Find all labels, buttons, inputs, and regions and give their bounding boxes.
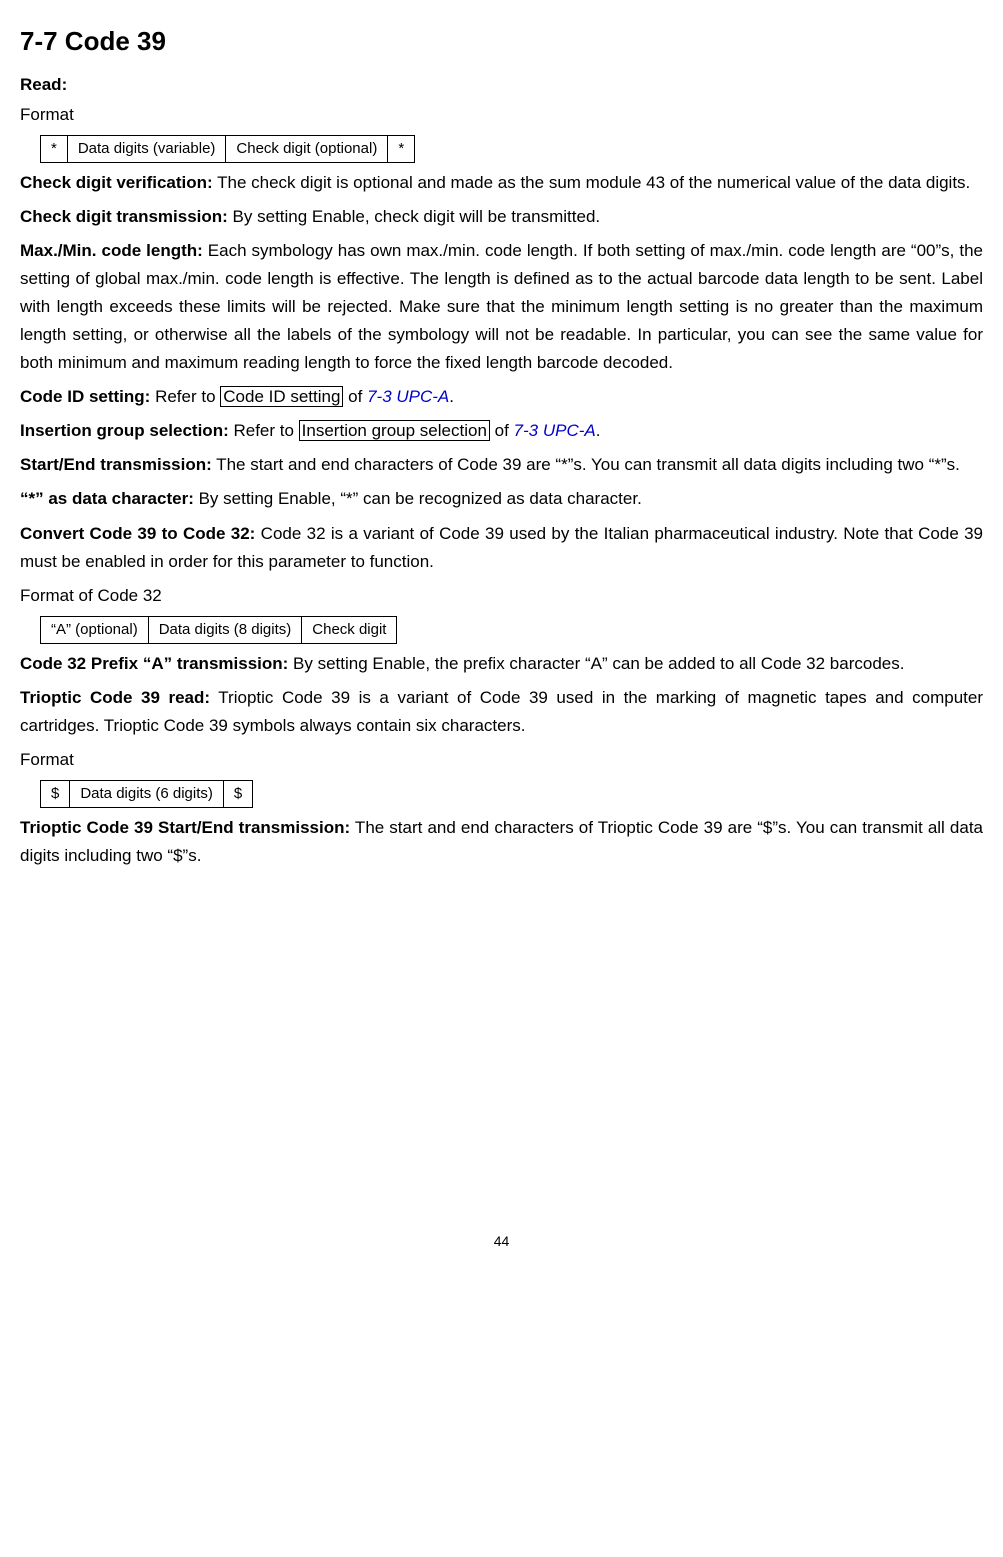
fmt1-cell: Check digit (optional) — [226, 135, 388, 162]
page-number: 44 — [20, 1230, 983, 1253]
fmt1-cell: * — [388, 135, 415, 162]
body-text: Refer to — [229, 421, 299, 440]
heading-title: 7-7 Code 39 — [20, 20, 983, 63]
format-table-1: * Data digits (variable) Check digit (op… — [40, 135, 415, 163]
format-table-2: “A” (optional) Data digits (8 digits) Ch… — [40, 616, 397, 644]
inline-label: Code ID setting: — [20, 387, 150, 406]
max-min-code-length: Max./Min. code length: Each symbology ha… — [20, 237, 983, 377]
asterisk-as-data-character: “*” as data character: By setting Enable… — [20, 485, 983, 513]
fmt3-cell: $ — [223, 780, 252, 807]
inline-label: Convert Code 39 to Code 32: — [20, 524, 255, 543]
body-text: . — [596, 421, 601, 440]
inline-label: “*” as data character: — [20, 489, 194, 508]
inline-label: Trioptic Code 39 read: — [20, 688, 210, 707]
format-table-3: $ Data digits (6 digits) $ — [40, 780, 253, 808]
inline-label: Code 32 Prefix “A” transmission: — [20, 654, 288, 673]
start-end-transmission: Start/End transmission: The start and en… — [20, 451, 983, 479]
body-text: By setting Enable, check digit will be t… — [228, 207, 600, 226]
fmt2-cell: Data digits (8 digits) — [148, 616, 302, 643]
fmt2-cell: “A” (optional) — [41, 616, 149, 643]
insertion-group-box: Insertion group selection — [299, 420, 490, 441]
check-digit-verification: Check digit verification: The check digi… — [20, 169, 983, 197]
body-text: By setting Enable, the prefix character … — [288, 654, 904, 673]
format-label-3: Format — [20, 746, 983, 774]
inline-label: Insertion group selection: — [20, 421, 229, 440]
body-text: . — [449, 387, 454, 406]
body-text: of — [490, 421, 514, 440]
inline-label: Trioptic Code 39 Start/End transmission: — [20, 818, 350, 837]
format-code-32-label: Format of Code 32 — [20, 582, 983, 610]
fmt1-cell: * — [41, 135, 68, 162]
fmt2-cell: Check digit — [302, 616, 397, 643]
fmt3-cell: Data digits (6 digits) — [70, 780, 224, 807]
format-label-1: Format — [20, 101, 983, 129]
read-heading: Read: — [20, 71, 983, 99]
inline-label: Check digit verification: — [20, 173, 213, 192]
upc-a-link[interactable]: 7-3 UPC-A — [367, 387, 449, 406]
inline-label: Start/End transmission: — [20, 455, 212, 474]
body-text: of — [343, 387, 367, 406]
inline-label: Check digit transmission: — [20, 207, 228, 226]
fmt3-cell: $ — [41, 780, 70, 807]
body-text: Each symbology has own max./min. code le… — [20, 241, 983, 372]
body-text: The check digit is optional and made as … — [213, 173, 971, 192]
inline-label: Max./Min. code length: — [20, 241, 203, 260]
body-text: Refer to — [150, 387, 220, 406]
code-id-setting: Code ID setting: Refer to Code ID settin… — [20, 383, 983, 411]
trioptic-start-end-transmission: Trioptic Code 39 Start/End transmission:… — [20, 814, 983, 870]
code-id-box: Code ID setting — [220, 386, 343, 407]
check-digit-transmission: Check digit transmission: By setting Ena… — [20, 203, 983, 231]
upc-a-link[interactable]: 7-3 UPC-A — [514, 421, 596, 440]
insertion-group-selection: Insertion group selection: Refer to Inse… — [20, 417, 983, 445]
body-text: By setting Enable, “*” can be recognized… — [194, 489, 642, 508]
body-text: The start and end characters of Code 39 … — [212, 455, 960, 474]
code-32-prefix-a: Code 32 Prefix “A” transmission: By sett… — [20, 650, 983, 678]
trioptic-code-39-read: Trioptic Code 39 read: Trioptic Code 39 … — [20, 684, 983, 740]
convert-code-39-to-32: Convert Code 39 to Code 32: Code 32 is a… — [20, 520, 983, 576]
fmt1-cell: Data digits (variable) — [67, 135, 226, 162]
